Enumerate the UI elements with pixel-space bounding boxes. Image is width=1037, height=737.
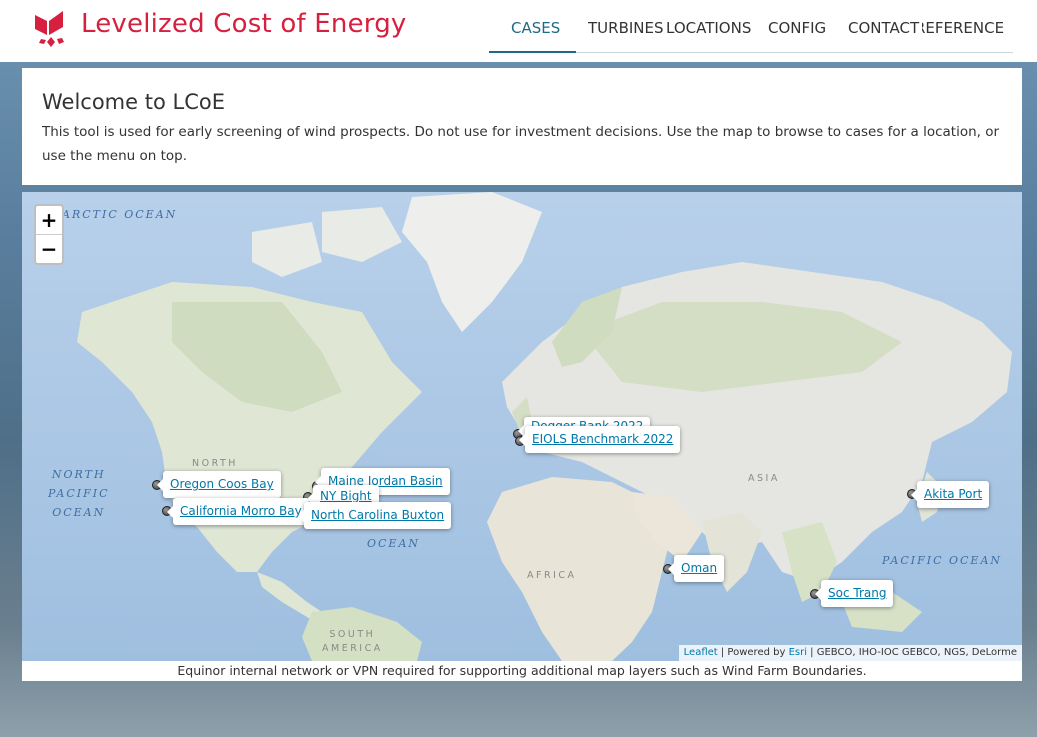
nav-turbines[interactable]: TURBINES <box>588 19 663 37</box>
case-tooltip-akita-port[interactable]: Akita Port <box>910 481 990 508</box>
nav-contact[interactable]: CONTACT <box>848 19 922 37</box>
attribution-powered-by: | Powered by <box>717 647 789 658</box>
case-link[interactable]: North Carolina Buxton <box>311 508 444 522</box>
label-north-pacific-ocean: NORTH PACIFIC OCEAN <box>48 468 110 519</box>
case-link[interactable]: California Morro Bay <box>180 504 302 518</box>
label-pacific-ocean: PACIFIC OCEAN <box>882 554 1003 567</box>
esri-link[interactable]: Esri <box>789 647 807 658</box>
nav-divider <box>576 52 1013 53</box>
zoom-out-button[interactable]: − <box>36 235 62 263</box>
nav-locations[interactable]: LOCATIONS <box>666 19 751 37</box>
page-title: Welcome to LCoE <box>42 90 225 114</box>
case-tooltip-california-morro-bay[interactable]: California Morro Bay <box>167 498 309 525</box>
label-asia: ASIA <box>748 473 780 484</box>
nav-reference[interactable]: REFERENCE <box>922 19 1014 37</box>
label-north-america: NORTH <box>192 458 238 469</box>
case-link[interactable]: Oregon Coos Bay <box>170 477 274 491</box>
label-atlantic-ocean: OCEAN <box>367 537 421 550</box>
leaflet-link[interactable]: Leaflet <box>684 647 718 658</box>
case-tooltip-north-carolina-buxton[interactable]: North Carolina Buxton <box>297 502 452 529</box>
nav-active-indicator <box>489 51 576 53</box>
label-arctic-ocean: ARCTIC OCEAN <box>62 208 178 221</box>
case-tooltip-oregon-coos-bay[interactable]: Oregon Coos Bay <box>157 471 281 498</box>
welcome-text: This tool is used for early screening of… <box>42 124 1000 164</box>
equinor-logo-icon <box>35 11 64 47</box>
case-tooltip-soc-trang[interactable]: Soc Trang <box>814 580 894 607</box>
case-link[interactable]: EIOLS Benchmark 2022 <box>532 432 673 446</box>
case-link[interactable]: Soc Trang <box>828 586 886 600</box>
label-africa: AFRICA <box>527 570 577 581</box>
nav-config[interactable]: CONFIG <box>768 19 826 37</box>
zoom-in-button[interactable]: + <box>36 206 62 235</box>
app-header: Levelized Cost of Energy CASES TURBINES … <box>0 0 1037 62</box>
world-map[interactable]: ARCTIC OCEAN NORTH PACIFIC OCEAN OCEAN P… <box>22 192 1022 661</box>
zoom-control: + − <box>34 204 64 265</box>
attribution-sources: | GEBCO, IHO-IOC GEBCO, NGS, DeLorme <box>807 647 1017 658</box>
nav-cases[interactable]: CASES <box>511 19 560 37</box>
app-title: Levelized Cost of Energy <box>81 9 407 39</box>
label-south-america: SOUTH AMERICA <box>322 629 383 654</box>
case-link[interactable]: Akita Port <box>924 487 982 501</box>
case-tooltip-eiols-benchmark-2022[interactable]: EIOLS Benchmark 2022 <box>518 426 681 453</box>
map-attribution: Leaflet | Powered by Esri | GEBCO, IHO-I… <box>678 645 1022 661</box>
welcome-card: Welcome to LCoE This tool is used for ea… <box>22 68 1022 185</box>
case-link[interactable]: Oman <box>681 561 717 575</box>
vpn-note: Equinor internal network or VPN required… <box>22 661 1022 681</box>
case-tooltip-oman[interactable]: Oman <box>667 555 725 582</box>
case-link[interactable]: NY Bight <box>320 489 372 503</box>
